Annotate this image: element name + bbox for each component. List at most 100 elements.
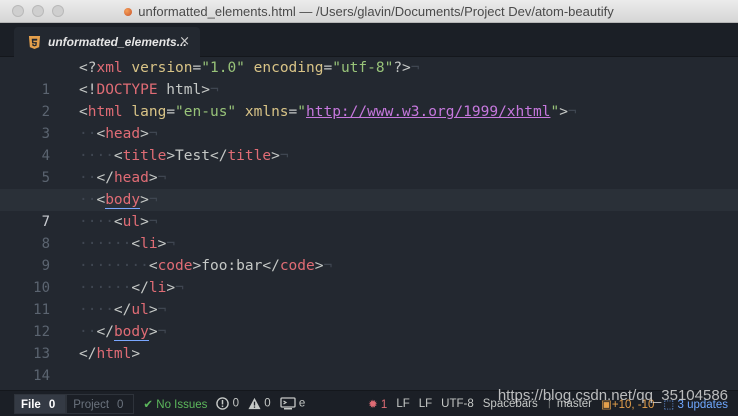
bug-icon: ✹ (368, 398, 378, 411)
eol-marker: ¬ (323, 258, 333, 274)
code-content[interactable]: ········<code>foo:bar</code>¬ (79, 255, 332, 277)
tab-bar: unformatted_elements... × (0, 23, 738, 57)
code-content[interactable]: ····<ul>¬ (79, 211, 158, 233)
git-diff-status[interactable]: ▣+10, -10 (601, 397, 654, 411)
html5-icon (28, 35, 41, 49)
code-line[interactable]: 5 ····<title>Test</title>¬ (0, 145, 738, 186)
error-circle-icon (216, 397, 230, 410)
file-icon (124, 8, 133, 16)
token: "utf-8" (332, 60, 394, 76)
line-ending-status[interactable]: LF (396, 398, 409, 410)
code-line[interactable]: 8 ····<ul>¬ (0, 211, 738, 252)
warning-count[interactable]: 0 (248, 397, 271, 410)
code-line[interactable]: 14 </html> (0, 343, 738, 384)
terminal-toggle[interactable]: e (279, 397, 305, 410)
indent-guide: ···· (79, 214, 114, 230)
token: ul (122, 214, 141, 230)
token: ul (131, 302, 149, 318)
project-issue-count: 0 (117, 398, 124, 411)
error-count[interactable]: 0 (216, 397, 239, 410)
code-content[interactable]: ··<body>¬ (79, 189, 158, 211)
code-content[interactable]: </html> (79, 343, 140, 365)
matched-tag-highlight: body (113, 324, 149, 341)
token: = (288, 104, 298, 120)
code-line[interactable]: 4 ··<head>¬ (0, 123, 738, 164)
token: > (192, 258, 202, 274)
eol-marker: ¬ (175, 280, 184, 296)
token: = (166, 104, 176, 120)
token: < (96, 126, 106, 142)
close-tab-icon[interactable]: × (179, 34, 190, 50)
token: li (148, 280, 167, 296)
line-number[interactable]: 14 (0, 365, 50, 387)
package-updates[interactable]: ⬚ 3 updates (663, 397, 728, 411)
project-scope-tab[interactable]: Project 0 (66, 393, 135, 414)
token: "en-us" (175, 104, 237, 120)
token: > (140, 214, 149, 230)
xmlns-link[interactable]: http://www.w3.org/1999/xhtml (306, 104, 550, 120)
check-icon: ✔ (143, 398, 154, 411)
code-line[interactable]: 1 <?xml version="1.0" encoding="utf-8"?>… (0, 57, 738, 98)
code-line[interactable]: 2 <!DOCTYPE html>¬ (0, 79, 738, 120)
code-content[interactable]: ······</li>¬ (79, 277, 184, 299)
token: < (148, 258, 158, 274)
code-line[interactable]: 6 ··</head>¬ (0, 167, 738, 208)
no-issues-label: No Issues (156, 398, 208, 411)
code-line[interactable]: 12 ····</ul>¬ (0, 299, 738, 340)
eol-marker: ¬ (148, 126, 158, 142)
token: lang (122, 104, 167, 120)
diff-icon: ▣ (601, 398, 612, 411)
no-issues-status[interactable]: ✔ No Issues (143, 397, 207, 411)
code-line[interactable]: 9 ······<li>¬ (0, 233, 738, 274)
code-content[interactable]: <!DOCTYPE html>¬ (79, 79, 219, 101)
eol-marker: ¬ (166, 236, 176, 252)
token: > (271, 148, 280, 164)
code-content[interactable]: ··<head>¬ (79, 123, 158, 145)
token: foo:bar (201, 258, 263, 274)
file-scope-tab[interactable]: File 0 (14, 393, 67, 414)
code-content[interactable]: ··</head>¬ (79, 167, 166, 189)
token: = (323, 60, 333, 76)
code-line[interactable]: 10 ········<code>foo:bar</code>¬ (0, 255, 738, 296)
eol-marker: ¬ (279, 148, 289, 164)
code-content[interactable]: ····</ul>¬ (79, 299, 166, 321)
eol-marker: ¬ (157, 170, 167, 186)
token: "1.0" (201, 60, 245, 76)
code-content[interactable]: ··</body>¬ (79, 321, 166, 343)
token: html (87, 104, 123, 120)
code-line[interactable]: 13 ··</body>¬ (0, 321, 738, 362)
indent-guide: ······ (79, 236, 132, 252)
code-line[interactable]: 11 ······</li>¬ (0, 277, 738, 318)
code-line-current[interactable]: 7 ··<body>¬ (0, 189, 738, 230)
warning-triangle-icon (248, 397, 261, 410)
editor[interactable]: 1 <?xml version="1.0" encoding="utf-8"?>… (0, 57, 738, 390)
encoding-status[interactable]: UTF-8 (441, 398, 474, 410)
token: head (105, 126, 141, 142)
eol-marker: ¬ (567, 104, 577, 120)
bug-count-value: 1 (380, 398, 388, 411)
title-bar: unformatted_elements.html — /Users/glavi… (0, 0, 738, 23)
tab-label: unformatted_elements... (48, 35, 187, 49)
tab-unformatted-elements[interactable]: unformatted_elements... × (14, 27, 200, 57)
code-content[interactable]: <html lang="en-us" xmlns="http://www.w3.… (79, 101, 577, 123)
line-ending-status-2[interactable]: LF (419, 398, 432, 410)
code-content[interactable]: ····<title>Test</title>¬ (79, 145, 289, 167)
git-branch[interactable]: ᚴ master (547, 398, 592, 410)
package-icon: ⬚ (663, 398, 675, 411)
code-line[interactable]: 3 <html lang="en-us" xmlns="http://www.w… (0, 101, 738, 142)
eol-marker: ¬ (209, 82, 219, 98)
token: html (96, 346, 132, 362)
code-content[interactable]: <?xml version="1.0" encoding="utf-8"?>¬ (79, 57, 420, 79)
token: version (122, 60, 193, 76)
code-content[interactable]: ······<li>¬ (79, 233, 175, 255)
bug-count[interactable]: ✹ 1 (368, 397, 387, 411)
token: > (166, 148, 176, 164)
terminal-icon (279, 397, 296, 410)
indent-status[interactable]: Spacebars (483, 398, 538, 410)
project-scope-label: Project (73, 398, 110, 411)
token: < (131, 236, 141, 252)
token: " (550, 104, 560, 120)
indent-guide: ·· (79, 170, 97, 186)
eol-marker: ¬ (148, 214, 158, 230)
file-issue-count: 0 (48, 398, 56, 411)
